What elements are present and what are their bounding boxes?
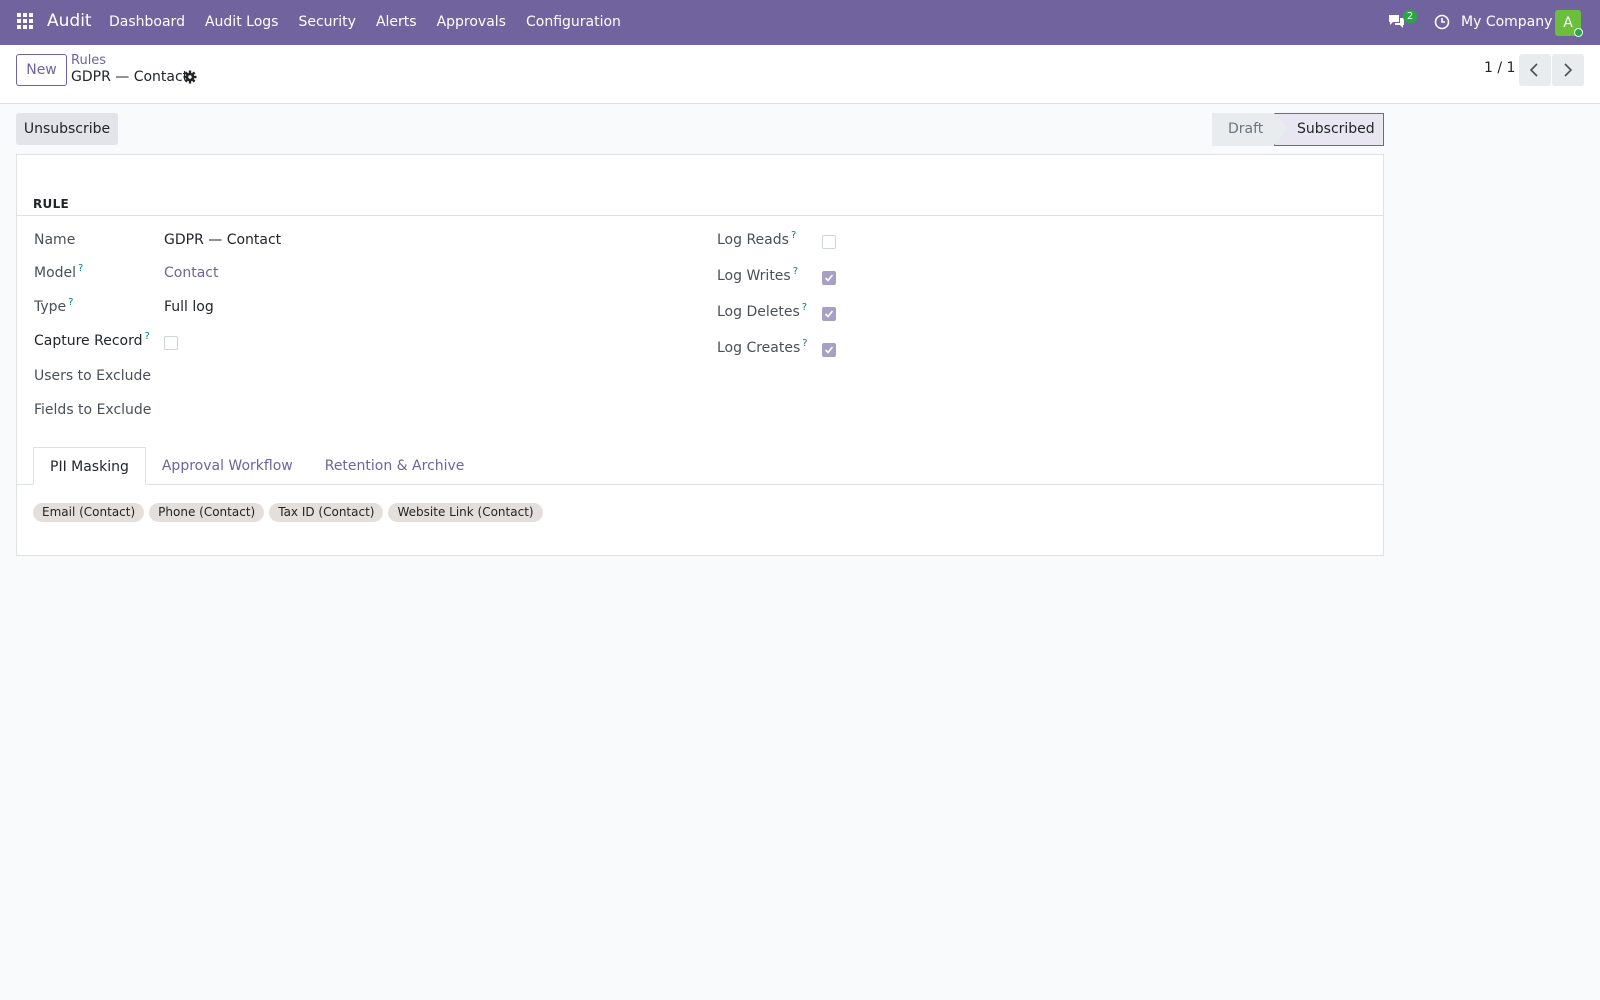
notebook-tabs: PII Masking Approval Workflow Retention … [33,447,480,485]
log-creates-checkbox[interactable] [822,343,836,357]
menu-security[interactable]: Security [288,0,366,45]
log-creates-label: Log Creates? [717,338,808,356]
tab-pii-masking[interactable]: PII Masking [33,447,146,485]
capture-record-checkbox[interactable] [164,336,178,350]
app-brand[interactable]: Audit [47,11,92,31]
capture-record-label: Capture Record? [34,331,150,349]
log-writes-label: Log Writes? [717,266,799,284]
breadcrumb-parent[interactable]: Rules [71,53,106,68]
log-deletes-label: Log Deletes? [717,302,808,320]
pager-value[interactable]: 1 / 1 [1484,60,1515,76]
pager-previous-button[interactable] [1519,54,1551,86]
menu-alerts[interactable]: Alerts [366,0,427,45]
stage-subscribed[interactable]: Subscribed [1274,113,1384,146]
name-label: Name [34,232,76,248]
clock-icon[interactable] [1434,14,1450,30]
log-reads-checkbox[interactable] [822,235,836,249]
online-status-dot [1574,28,1583,37]
name-field[interactable]: GDPR — Contact [164,232,281,248]
help-icon[interactable]: ? [793,266,798,277]
help-icon[interactable]: ? [791,230,796,241]
chat-count-badge: 2 [1403,10,1417,23]
chevron-right-icon [1564,63,1573,77]
pii-tag-list: Email (Contact) Phone (Contact) Tax ID (… [33,503,543,522]
menu-approvals[interactable]: Approvals [427,0,516,45]
unsubscribe-button[interactable]: Unsubscribe [16,113,118,145]
pii-tag[interactable]: Tax ID (Contact) [269,503,384,522]
type-field[interactable]: Full log [164,299,214,315]
help-icon[interactable]: ? [802,338,807,349]
log-reads-label: Log Reads? [717,230,797,248]
checkmark-icon [824,346,834,354]
group-title: RULE [33,197,70,211]
model-label: Model? [34,263,84,281]
top-navbar: Audit Dashboard Audit Logs Security Aler… [0,0,1600,45]
checkmark-icon [824,274,834,282]
type-label: Type? [34,297,74,315]
model-field-link[interactable]: Contact [164,265,218,281]
gear-icon[interactable] [183,70,197,84]
help-icon[interactable]: ? [145,331,150,342]
menu-audit-logs[interactable]: Audit Logs [195,0,288,45]
pager-next-button[interactable] [1552,54,1584,86]
chevron-left-icon [1529,63,1538,77]
pii-tag[interactable]: Email (Contact) [33,503,145,522]
log-deletes-checkbox[interactable] [822,307,836,321]
help-icon[interactable]: ? [78,263,83,274]
tab-retention-archive[interactable]: Retention & Archive [309,447,481,485]
help-icon[interactable]: ? [68,297,73,308]
help-icon[interactable]: ? [802,302,807,313]
log-writes-checkbox[interactable] [822,271,836,285]
pii-tag[interactable]: Website Link (Contact) [388,503,543,522]
company-switcher[interactable]: My Company [1461,14,1552,30]
tab-approval-workflow[interactable]: Approval Workflow [146,447,309,485]
fields-to-exclude-label: Fields to Exclude [34,402,152,418]
pii-tag[interactable]: Phone (Contact) [149,503,265,522]
menu-configuration[interactable]: Configuration [516,0,631,45]
checkmark-icon [824,310,834,318]
new-button[interactable]: New [16,54,67,86]
status-bar: Draft Subscribed [1212,113,1384,146]
stage-draft[interactable]: Draft [1212,113,1274,146]
apps-grid-icon[interactable] [17,13,35,31]
form-sheet: RULE Name GDPR — Contact Model? Contact … [16,154,1384,556]
control-panel: New Rules GDPR — Contact 1 / 1 [0,45,1600,104]
tab-divider [17,484,1383,485]
menu-dashboard[interactable]: Dashboard [99,0,195,45]
group-divider [17,215,1383,216]
main-menu: Dashboard Audit Logs Security Alerts App… [99,0,631,45]
breadcrumb-current: GDPR — Contact [71,69,189,85]
users-to-exclude-label: Users to Exclude [34,368,152,384]
